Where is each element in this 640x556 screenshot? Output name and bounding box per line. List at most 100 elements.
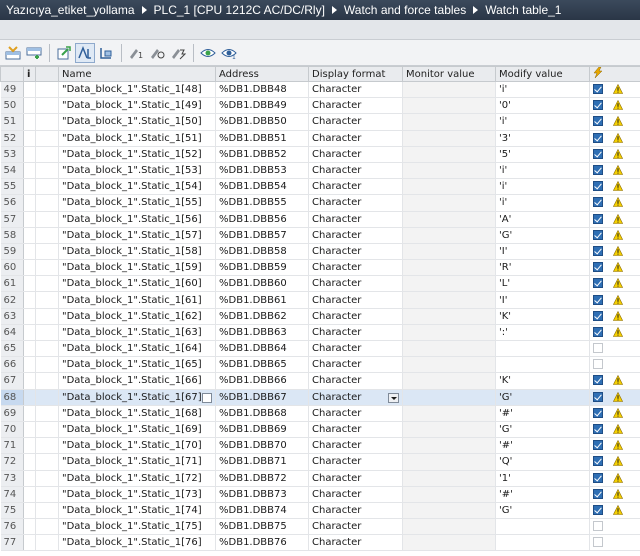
table-row[interactable]: 75 "Data_block_1".Static_1[74] %DB1.DBB74 C… (0, 502, 640, 520)
header-address[interactable]: Address (215, 66, 309, 82)
table-row[interactable]: 61 "Data_block_1".Static_1[60] %DB1.DBB60 C… (0, 275, 640, 293)
insert-row-icon[interactable] (3, 43, 23, 63)
row-display-format[interactable]: Character (308, 162, 403, 180)
row-address[interactable]: %DB1.DBB50 (215, 113, 309, 131)
table-row[interactable]: 73 "Data_block_1".Static_1[72] %DB1.DBB72 C… (0, 470, 640, 487)
table-row[interactable]: 66 "Data_block_1".Static_1[65] %DB1.DBB65 C… (0, 356, 640, 374)
row-name[interactable]: "Data_block_1".Static_1[70] (58, 437, 216, 455)
row-display-format[interactable]: Character (308, 113, 403, 131)
row-name[interactable]: "Data_block_1".Static_1[55] (58, 194, 216, 212)
row-name[interactable]: "Data_block_1".Static_1[67] (58, 389, 216, 406)
row-address[interactable]: %DB1.DBB66 (215, 372, 309, 390)
row-number[interactable]: 70 (0, 421, 24, 439)
modify-checkbox[interactable] (593, 424, 603, 435)
format-dropdown-icon[interactable] (388, 392, 399, 403)
row-modify-enable[interactable] (589, 275, 640, 293)
row-display-format[interactable]: Character (308, 534, 403, 552)
row-display-format[interactable]: Character (308, 211, 403, 228)
row-modify-enable[interactable] (589, 421, 640, 439)
breadcrumb-plc[interactable]: PLC_1 [CPU 1212C AC/DC/Rly] (154, 3, 325, 17)
row-number[interactable]: 65 (0, 340, 24, 358)
row-address[interactable]: %DB1.DBB54 (215, 178, 309, 196)
row-modify-value[interactable] (495, 340, 590, 358)
row-modify-enable[interactable] (589, 97, 640, 115)
row-number[interactable]: 52 (0, 130, 24, 147)
row-modify-value[interactable] (495, 356, 590, 374)
row-display-format[interactable]: Character (308, 275, 403, 293)
row-name[interactable]: "Data_block_1".Static_1[62] (58, 308, 216, 325)
table-row[interactable]: 64 "Data_block_1".Static_1[63] %DB1.DBB63 C… (0, 324, 640, 342)
row-display-format[interactable]: Character (308, 81, 403, 99)
row-modify-value[interactable]: 'G' (495, 421, 590, 439)
row-number[interactable]: 64 (0, 324, 24, 342)
display-format-icon[interactable] (75, 42, 95, 63)
row-modify-enable[interactable] (589, 518, 640, 536)
row-modify-value[interactable]: 'i' (495, 178, 590, 196)
breadcrumb-project[interactable]: Yazıcıya_etiket_yollama (6, 3, 135, 17)
row-modify-enable[interactable] (589, 194, 640, 212)
force-icon[interactable] (168, 43, 188, 63)
modify-checkbox[interactable] (593, 440, 603, 451)
row-modify-enable[interactable] (589, 372, 640, 390)
row-name[interactable]: "Data_block_1".Static_1[49] (58, 97, 216, 115)
table-row[interactable]: 67 "Data_block_1".Static_1[66] %DB1.DBB66 C… (0, 372, 640, 390)
row-modify-enable[interactable] (589, 453, 640, 471)
row-name[interactable]: "Data_block_1".Static_1[71] (58, 453, 216, 471)
row-number[interactable]: 75 (0, 502, 24, 520)
row-address[interactable]: %DB1.DBB67 (215, 389, 309, 406)
row-name[interactable]: "Data_block_1".Static_1[74] (58, 502, 216, 520)
modify-checkbox[interactable] (593, 504, 603, 515)
modify-checkbox[interactable] (593, 456, 603, 467)
row-display-format[interactable]: Character (308, 259, 403, 277)
row-modify-enable[interactable] (589, 389, 640, 406)
table-row[interactable]: 56 "Data_block_1".Static_1[55] %DB1.DBB55 C… (0, 194, 640, 212)
update-icon[interactable] (54, 43, 74, 63)
row-name[interactable]: "Data_block_1".Static_1[52] (58, 146, 216, 163)
breadcrumb-watch-force[interactable]: Watch and force tables (344, 3, 466, 17)
row-address[interactable]: %DB1.DBB63 (215, 324, 309, 342)
row-address[interactable]: %DB1.DBB71 (215, 453, 309, 471)
row-modify-value[interactable]: 'K' (495, 308, 590, 325)
row-number[interactable]: 71 (0, 437, 24, 455)
modify-checkbox[interactable] (593, 326, 603, 337)
modify-checkbox[interactable] (593, 148, 603, 159)
monitor-all-icon[interactable] (198, 43, 218, 63)
row-display-format[interactable]: Character (308, 308, 403, 325)
modify-checkbox[interactable] (593, 521, 603, 532)
row-number[interactable]: 68 (0, 389, 24, 406)
row-number[interactable]: 76 (0, 518, 24, 536)
row-number[interactable]: 63 (0, 308, 24, 325)
modify-checkbox[interactable] (593, 262, 603, 273)
edit-name-icon[interactable] (202, 392, 212, 403)
row-address[interactable]: %DB1.DBB57 (215, 227, 309, 244)
row-modify-value[interactable]: '3' (495, 130, 590, 147)
header-modify-with-value[interactable] (589, 66, 640, 82)
modify-checkbox[interactable] (593, 229, 603, 240)
table-row[interactable]: 58 "Data_block_1".Static_1[57] %DB1.DBB57 C… (0, 227, 640, 244)
row-number[interactable]: 58 (0, 227, 24, 244)
row-modify-enable[interactable] (589, 437, 640, 455)
row-name[interactable]: "Data_block_1".Static_1[66] (58, 372, 216, 390)
row-modify-enable[interactable] (589, 291, 640, 309)
row-address[interactable]: %DB1.DBB76 (215, 534, 309, 552)
row-modify-enable[interactable] (589, 146, 640, 163)
row-address[interactable]: %DB1.DBB70 (215, 437, 309, 455)
row-number[interactable]: 56 (0, 194, 24, 212)
row-display-format[interactable]: Character (308, 243, 403, 261)
row-modify-value[interactable]: 'A' (495, 211, 590, 228)
table-row[interactable]: 53 "Data_block_1".Static_1[52] %DB1.DBB52 C… (0, 146, 640, 163)
row-address[interactable]: %DB1.DBB74 (215, 502, 309, 520)
row-name[interactable]: "Data_block_1".Static_1[54] (58, 178, 216, 196)
modify-checkbox[interactable] (593, 488, 603, 499)
row-number[interactable]: 60 (0, 259, 24, 277)
breadcrumb-watch-table[interactable]: Watch table_1 (485, 3, 561, 17)
expand-icon[interactable] (96, 43, 116, 63)
table-row[interactable]: 50 "Data_block_1".Static_1[49] %DB1.DBB49 C… (0, 97, 640, 115)
row-modify-value[interactable]: 'I' (495, 243, 590, 261)
row-number[interactable]: 66 (0, 356, 24, 374)
row-address[interactable]: %DB1.DBB65 (215, 356, 309, 374)
row-modify-value[interactable]: '5' (495, 146, 590, 163)
row-modify-enable[interactable] (589, 178, 640, 196)
row-number[interactable]: 53 (0, 146, 24, 163)
modify-checkbox[interactable] (593, 213, 603, 224)
